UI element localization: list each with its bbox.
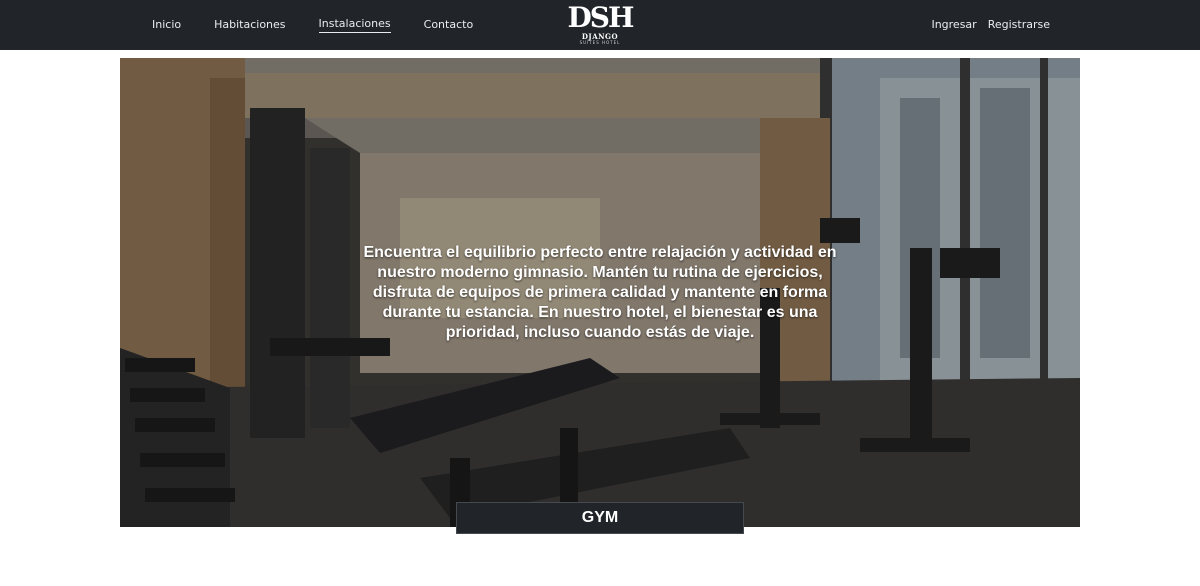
- gym-description: Encuentra el equilibrio perfecto entre r…: [363, 244, 837, 341]
- logo-tagline: SUITES HOTEL: [579, 40, 621, 45]
- logo-name: DJANGO: [581, 32, 619, 41]
- nav-link-instalaciones[interactable]: Instalaciones: [318, 17, 391, 33]
- nav-link-contacto[interactable]: Contacto: [424, 18, 474, 33]
- nav-link-inicio[interactable]: Inicio: [152, 18, 181, 33]
- register-link[interactable]: Registrarse: [988, 18, 1050, 33]
- main-nav: Inicio Habitaciones Instalaciones Contac…: [152, 0, 506, 50]
- nav-link-habitaciones[interactable]: Habitaciones: [214, 18, 285, 33]
- facility-label: GYM: [456, 502, 744, 534]
- top-navbar: Inicio Habitaciones Instalaciones Contac…: [0, 0, 1200, 50]
- gym-hero: Encuentra el equilibrio perfecto entre r…: [120, 58, 1080, 527]
- logo-mark: DSH: [567, 1, 635, 34]
- auth-nav: Ingresar Registrarse: [920, 0, 1050, 50]
- hotel-logo[interactable]: DSH DJANGO SUITES HOTEL: [566, 1, 635, 47]
- login-link[interactable]: Ingresar: [931, 18, 976, 33]
